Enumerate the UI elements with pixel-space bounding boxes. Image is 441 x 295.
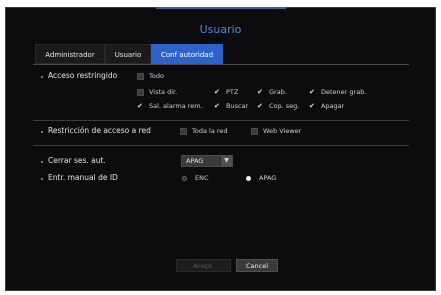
tab-conf-autoridad[interactable]: Conf autoridad bbox=[151, 44, 223, 64]
radio-off-icon[interactable] bbox=[182, 175, 187, 181]
checkmark-icon[interactable]: ✔ bbox=[214, 88, 222, 96]
option-cop-seg[interactable]: ✔ Cop. seg. bbox=[257, 102, 299, 110]
option-web-viewer[interactable]: Web Viewer bbox=[251, 127, 301, 135]
restricted-access-label: Acceso restringido bbox=[48, 71, 118, 80]
option-ptz[interactable]: ✔ PTZ bbox=[214, 88, 238, 96]
option-toda-la-red[interactable]: Toda la red bbox=[180, 127, 228, 135]
top-accent-line bbox=[156, 7, 286, 9]
network-restriction-label: Restricción de acceso a red bbox=[48, 126, 151, 135]
checkbox-unchecked-icon[interactable] bbox=[251, 127, 258, 135]
tab-administrador[interactable]: Administrador bbox=[35, 44, 105, 64]
dialog-title: Usuario bbox=[199, 23, 242, 36]
checkmark-icon[interactable]: ✔ bbox=[257, 102, 265, 110]
bullet-icon bbox=[41, 131, 43, 133]
option-sal-alarma-rem[interactable]: ✔ Sal. alarma rem. bbox=[137, 102, 203, 110]
divider bbox=[33, 120, 409, 121]
bullet-icon bbox=[41, 76, 43, 78]
divider bbox=[33, 145, 409, 146]
option-buscar[interactable]: ✔ Buscar bbox=[214, 102, 248, 110]
tab-bar: Administrador Usuario Conf autoridad bbox=[33, 43, 409, 65]
auto-logout-label: Cerrar ses. aut. bbox=[48, 156, 106, 165]
radio-enc[interactable]: ENC bbox=[182, 174, 209, 182]
auto-logout-select[interactable]: APAG ▼ bbox=[181, 155, 233, 167]
checkmark-icon[interactable]: ✔ bbox=[214, 102, 222, 110]
option-todo[interactable]: Todo bbox=[137, 72, 164, 80]
tab-usuario[interactable]: Usuario bbox=[105, 44, 151, 64]
cancel-button[interactable]: Cancel bbox=[236, 259, 278, 272]
option-vista-dir[interactable]: Vista dir. bbox=[137, 88, 177, 96]
checkbox-unchecked-icon[interactable] bbox=[137, 72, 144, 80]
checkmark-icon[interactable]: ✔ bbox=[257, 88, 265, 96]
radio-apag[interactable]: APAG bbox=[246, 174, 276, 182]
accept-button[interactable]: Acept. bbox=[176, 259, 231, 272]
manual-id-label: Entr. manual de ID bbox=[48, 173, 118, 182]
bullet-icon bbox=[41, 178, 43, 180]
checkmark-icon[interactable]: ✔ bbox=[309, 102, 317, 110]
user-dialog: Usuario Administrador Usuario Conf autor… bbox=[5, 7, 436, 291]
radio-on-icon[interactable] bbox=[246, 175, 251, 181]
checkmark-icon[interactable]: ✔ bbox=[137, 102, 145, 110]
bullet-icon bbox=[41, 161, 43, 163]
option-grab[interactable]: ✔ Grab. bbox=[257, 88, 287, 96]
checkbox-unchecked-icon[interactable] bbox=[137, 88, 144, 96]
checkbox-unchecked-icon[interactable] bbox=[180, 127, 187, 135]
chevron-down-icon[interactable]: ▼ bbox=[220, 156, 232, 166]
option-detener-grab[interactable]: ✔ Detener grab. bbox=[309, 88, 366, 96]
option-apagar[interactable]: ✔ Apagar bbox=[309, 102, 344, 110]
checkmark-icon[interactable]: ✔ bbox=[309, 88, 317, 96]
